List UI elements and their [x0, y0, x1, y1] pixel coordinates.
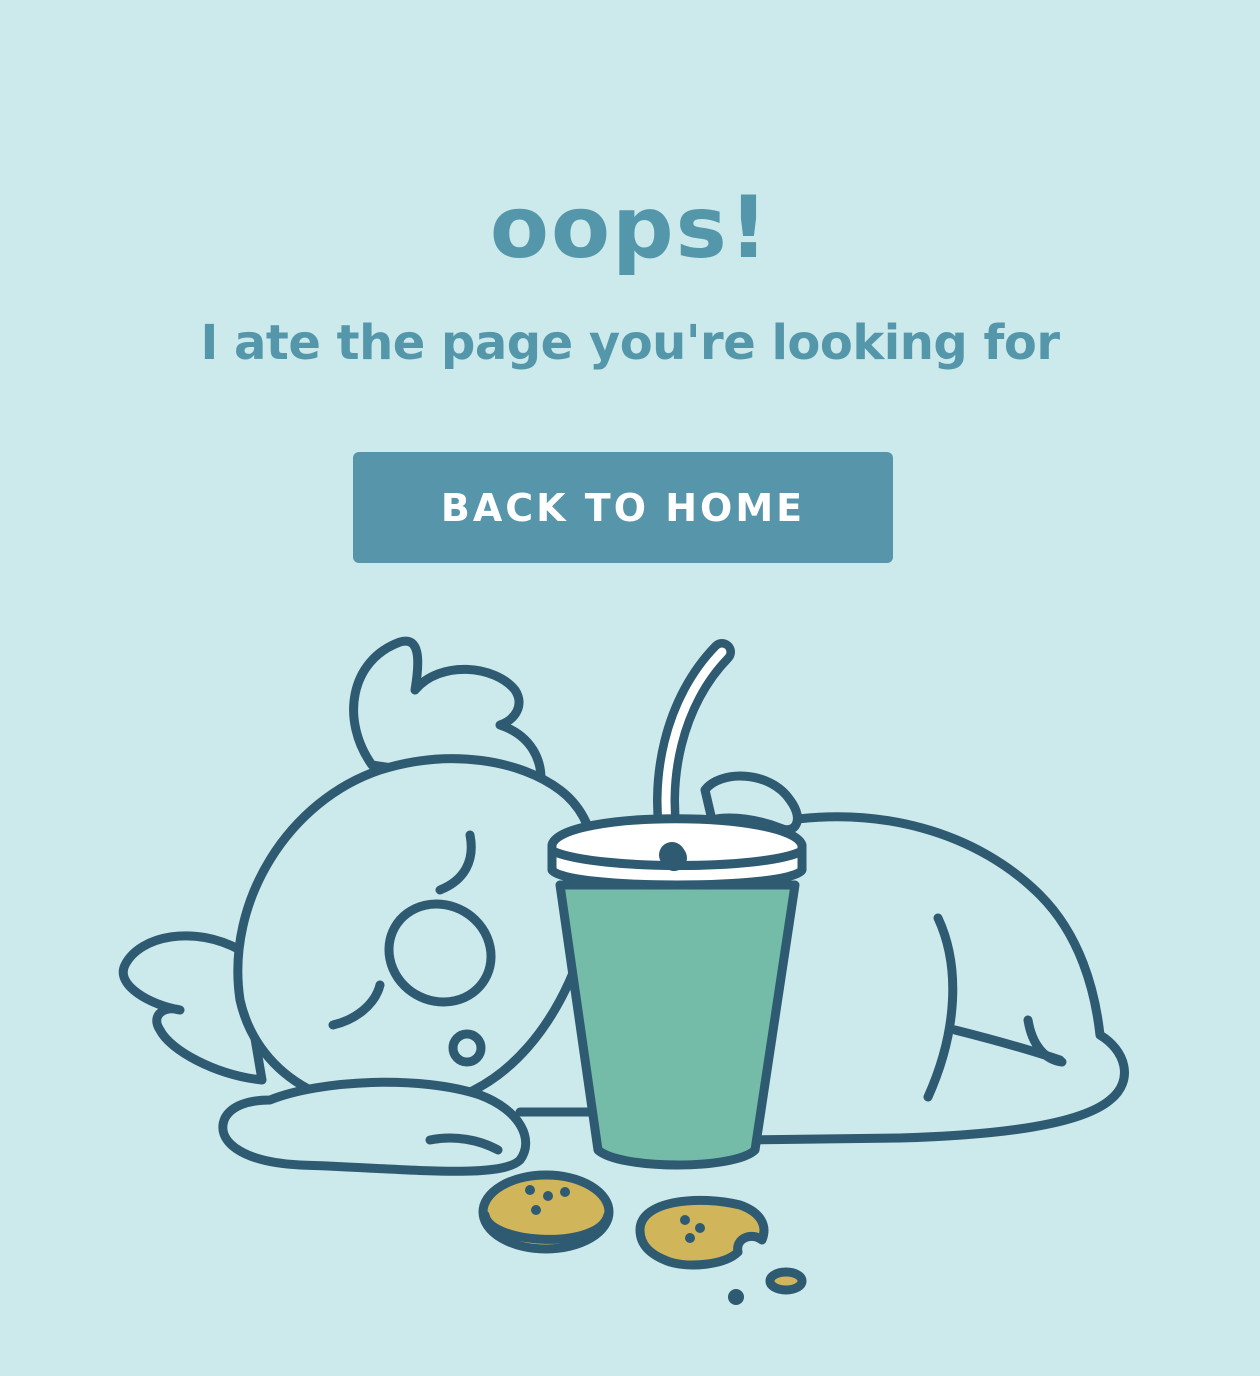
cookie-icon [478, 1170, 614, 1254]
page-title: oops! [489, 177, 771, 278]
drink-cup-icon [555, 880, 800, 1170]
bitten-cookie-icon [635, 1195, 807, 1305]
koala-snore-bubble [448, 1029, 486, 1067]
error-message: I ate the page you're looking for [200, 315, 1060, 371]
koala-arm [218, 1077, 531, 1176]
back-to-home-button[interactable]: BACK TO HOME [353, 452, 893, 563]
error-page: oops! I ate the page you're looking for … [0, 0, 1260, 1376]
sleeping-koala-illustration [118, 636, 1129, 1305]
straw-bottom [659, 842, 687, 871]
